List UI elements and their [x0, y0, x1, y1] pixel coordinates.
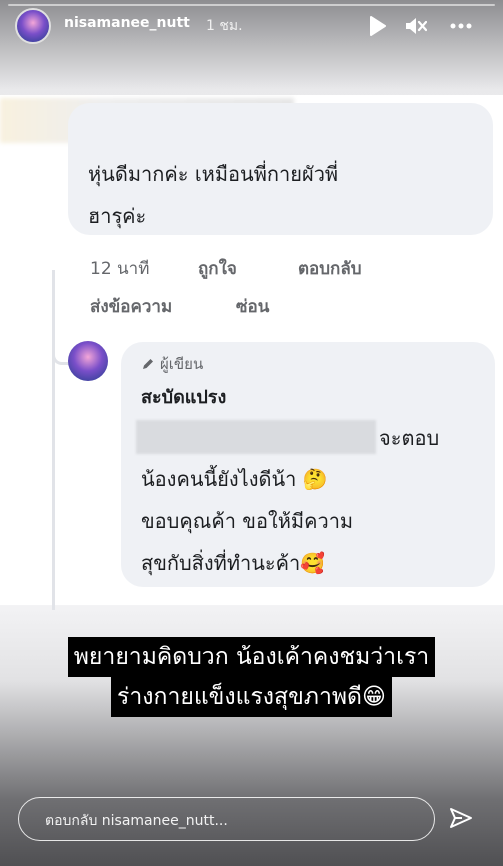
facebook-comment-screenshot: หุ่นดีมากค่ะ เหมือนพี่กายผัวพี่ ฮารุค่ะ … [0, 95, 503, 610]
reply-text-line: จะตอบ [379, 426, 440, 450]
reply-placeholder: ตอบกลับ nisamanee_nutt... [45, 813, 228, 829]
post-time: 1 ชม. [206, 18, 243, 34]
author-badge-label: ผู้เขียน [160, 355, 204, 373]
like-link[interactable]: ถูกใจ [198, 255, 237, 282]
author-badge: ผู้เขียน [141, 352, 203, 376]
thread-line [52, 270, 55, 610]
reply-input[interactable]: ตอบกลับ nisamanee_nutt... [18, 797, 435, 841]
reply-text-line: ขอบคุณค้า ขอให้มีความ [141, 509, 354, 533]
comment-bubble: หุ่นดีมากค่ะ เหมือนพี่กายผัวพี่ ฮารุค่ะ [68, 103, 493, 235]
play-icon[interactable] [366, 15, 388, 37]
story-caption-line2: ร่างกายแข็งแรงสุขภาพดี😁 [0, 677, 503, 717]
mute-icon[interactable] [405, 15, 427, 37]
send-message-link[interactable]: ส่งข้อความ [90, 293, 172, 320]
story-header: nisamanee_nutt 1 ชม. [0, 0, 503, 60]
author-name: สะบัดแปรง [141, 387, 227, 408]
send-icon[interactable] [449, 806, 473, 830]
reply-bubble: ผู้เขียน สะบัดแปรง จะตอบ น้องคนนี้ยังไงด… [121, 342, 495, 587]
username[interactable]: nisamanee_nutt [64, 15, 190, 31]
story-caption-line1: พยายามคิดบวก น้องเค้าคงชมว่าเรา [0, 637, 503, 677]
comment-time: 12 นาที [90, 259, 150, 279]
comment-text-line: ฮารุค่ะ [88, 204, 147, 228]
author-avatar [68, 341, 108, 381]
reply-text-line: น้องคนนี้ยังไงดีน้า 🤔 [141, 467, 328, 491]
comment-text-line: หุ่นดีมากค่ะ เหมือนพี่กายผัวพี่ [88, 162, 339, 186]
profile-avatar[interactable] [15, 8, 51, 44]
reply-link[interactable]: ตอบกลับ [298, 255, 362, 282]
pencil-icon [143, 359, 153, 369]
blurred-mention [136, 420, 376, 454]
more-icon[interactable] [450, 15, 472, 37]
reply-text-line: สุขกับสิ่งที่ทำนะค้า🥰 [141, 551, 326, 575]
hide-link[interactable]: ซ่อน [236, 293, 269, 320]
